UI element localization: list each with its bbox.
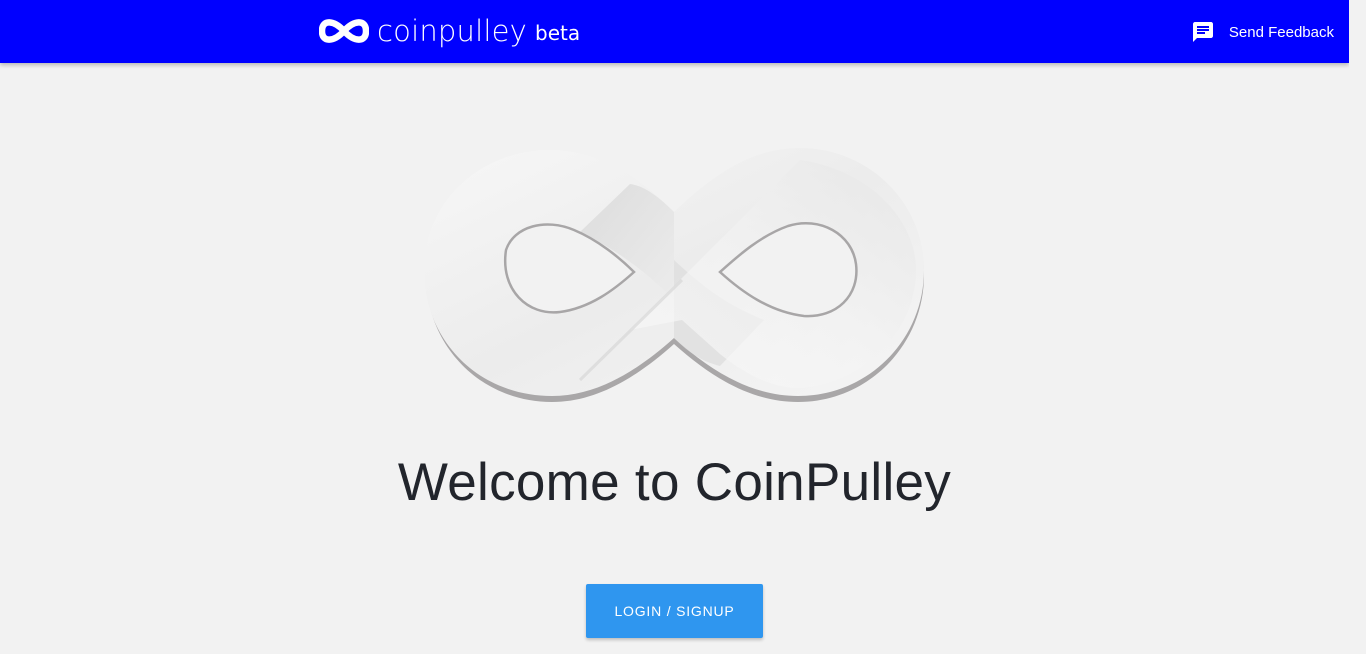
welcome-heading: Welcome to CoinPulley bbox=[397, 453, 952, 512]
page: coinpulley beta Send Feedback Welcome to… bbox=[0, 0, 1366, 654]
infinity-logo-icon bbox=[424, 148, 924, 402]
send-feedback-button[interactable]: Send Feedback bbox=[1191, 18, 1334, 46]
brand-name: coinpulley bbox=[377, 14, 528, 48]
top-app-bar: coinpulley beta Send Feedback bbox=[0, 0, 1349, 63]
beta-badge: beta bbox=[535, 21, 581, 45]
feedback-chat-icon bbox=[1192, 22, 1213, 42]
brand-home-link[interactable]: coinpulley beta bbox=[319, 10, 580, 52]
scrollbar-gutter bbox=[1349, 0, 1366, 654]
infinity-logo-icon bbox=[319, 19, 369, 43]
login-signup-button[interactable]: LOGIN / SIGNUP bbox=[586, 584, 763, 638]
send-feedback-label: Send Feedback bbox=[1228, 23, 1334, 41]
